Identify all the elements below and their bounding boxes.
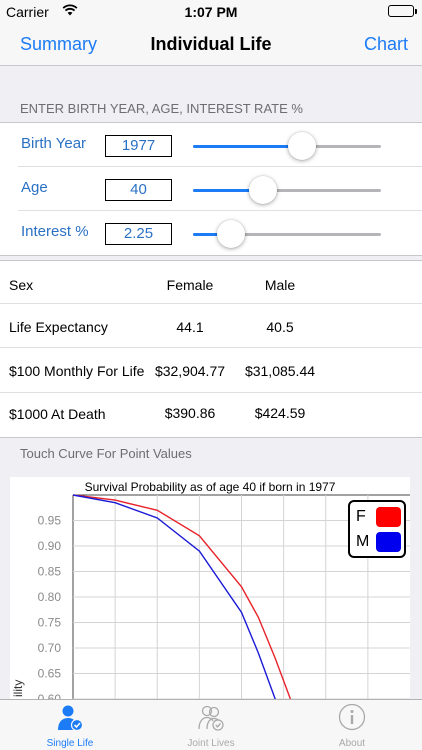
legend-letter: M xyxy=(356,533,370,550)
female-header: Female xyxy=(166,277,214,293)
clock: 1:07 PM xyxy=(184,4,238,20)
sex-header: Sex xyxy=(9,277,34,293)
results-header-row: Sex Female Male xyxy=(0,261,422,304)
legend-swatch xyxy=(376,507,401,527)
slider-thumb[interactable] xyxy=(248,176,277,204)
interest-label: Interest % xyxy=(21,223,89,240)
age-row: Age 40 xyxy=(0,167,422,211)
age-label: Age xyxy=(21,179,48,196)
y-tick-label: 0.90 xyxy=(38,539,62,553)
inputs-section-header: ENTER BIRTH YEAR, AGE, INTEREST RATE % xyxy=(20,101,303,116)
results-table: Sex Female Male Life Expectancy 44.1 40.… xyxy=(0,260,422,438)
male-header: Male xyxy=(264,277,296,293)
slider-fill xyxy=(193,145,303,148)
tab-about[interactable]: About xyxy=(282,700,422,750)
birth-year-label: Birth Year xyxy=(21,135,87,152)
row-label: Life Expectancy xyxy=(9,319,108,335)
male-value: $424.59 xyxy=(254,405,306,421)
tab-single-life[interactable]: Single Life xyxy=(0,700,140,750)
table-row: Life Expectancy 44.1 40.5 xyxy=(0,304,422,348)
y-tick-label: 0.95 xyxy=(38,514,62,528)
female-value: $32,904.77 xyxy=(154,363,226,379)
tab-joint-lives[interactable]: Joint Lives xyxy=(141,700,281,750)
male-value: 40.5 xyxy=(266,319,294,335)
birth-year-row: Birth Year 1977 xyxy=(0,123,422,167)
legend-male: M xyxy=(356,532,402,554)
row-label: $100 Monthly For Life xyxy=(9,363,145,379)
birth-year-slider[interactable] xyxy=(193,132,381,160)
navigation-bar: Summary Individual Life Chart xyxy=(0,22,422,66)
interest-slider[interactable] xyxy=(193,220,381,248)
person-check-icon xyxy=(58,705,84,731)
y-tick-label: 0.85 xyxy=(38,565,62,579)
legend-letter: F xyxy=(356,508,366,525)
table-row: $100 Monthly For Life $32,904.77 $31,085… xyxy=(0,348,422,393)
female-value: $390.86 xyxy=(164,405,216,421)
chart-legend: F M xyxy=(348,500,406,558)
status-bar: Carrier 1:07 PM xyxy=(0,0,422,22)
male-value: $31,085.44 xyxy=(244,363,316,379)
row-label: $1000 At Death xyxy=(9,406,106,422)
slider-thumb[interactable] xyxy=(216,220,245,248)
battery-icon xyxy=(388,5,417,17)
table-row: $1000 At Death $390.86 $424.59 xyxy=(0,393,422,437)
touch-hint: Touch Curve For Point Values xyxy=(20,446,192,461)
y-tick-label: 0.80 xyxy=(38,590,62,604)
interest-field[interactable]: 2.25 xyxy=(105,223,172,245)
y-tick-label: 0.75 xyxy=(38,616,62,630)
legend-female: F xyxy=(356,507,402,529)
slider-thumb[interactable] xyxy=(288,132,317,160)
chart-button[interactable]: Chart xyxy=(364,34,408,55)
inputs-group: Birth Year 1977 Age 40 Interest % 2.25 xyxy=(0,122,422,256)
age-slider[interactable] xyxy=(193,176,381,204)
two-people-icon xyxy=(198,705,224,731)
birth-year-field[interactable]: 1977 xyxy=(105,135,172,157)
interest-row: Interest % 2.25 xyxy=(0,211,422,255)
y-axis-label: ility xyxy=(11,680,25,697)
tab-label: About xyxy=(338,738,366,749)
legend-swatch xyxy=(376,532,401,552)
page-title: Individual Life xyxy=(150,34,272,54)
age-field[interactable]: 40 xyxy=(105,179,172,201)
info-icon xyxy=(338,703,366,731)
female-value: 44.1 xyxy=(176,319,204,335)
tab-label: Joint Lives xyxy=(187,738,235,749)
y-tick-label: 0.65 xyxy=(38,667,62,681)
tab-label: Single Life xyxy=(46,738,94,749)
y-tick-label: 0.70 xyxy=(38,641,62,655)
tab-bar: Single Life Joint Lives About xyxy=(0,699,422,750)
